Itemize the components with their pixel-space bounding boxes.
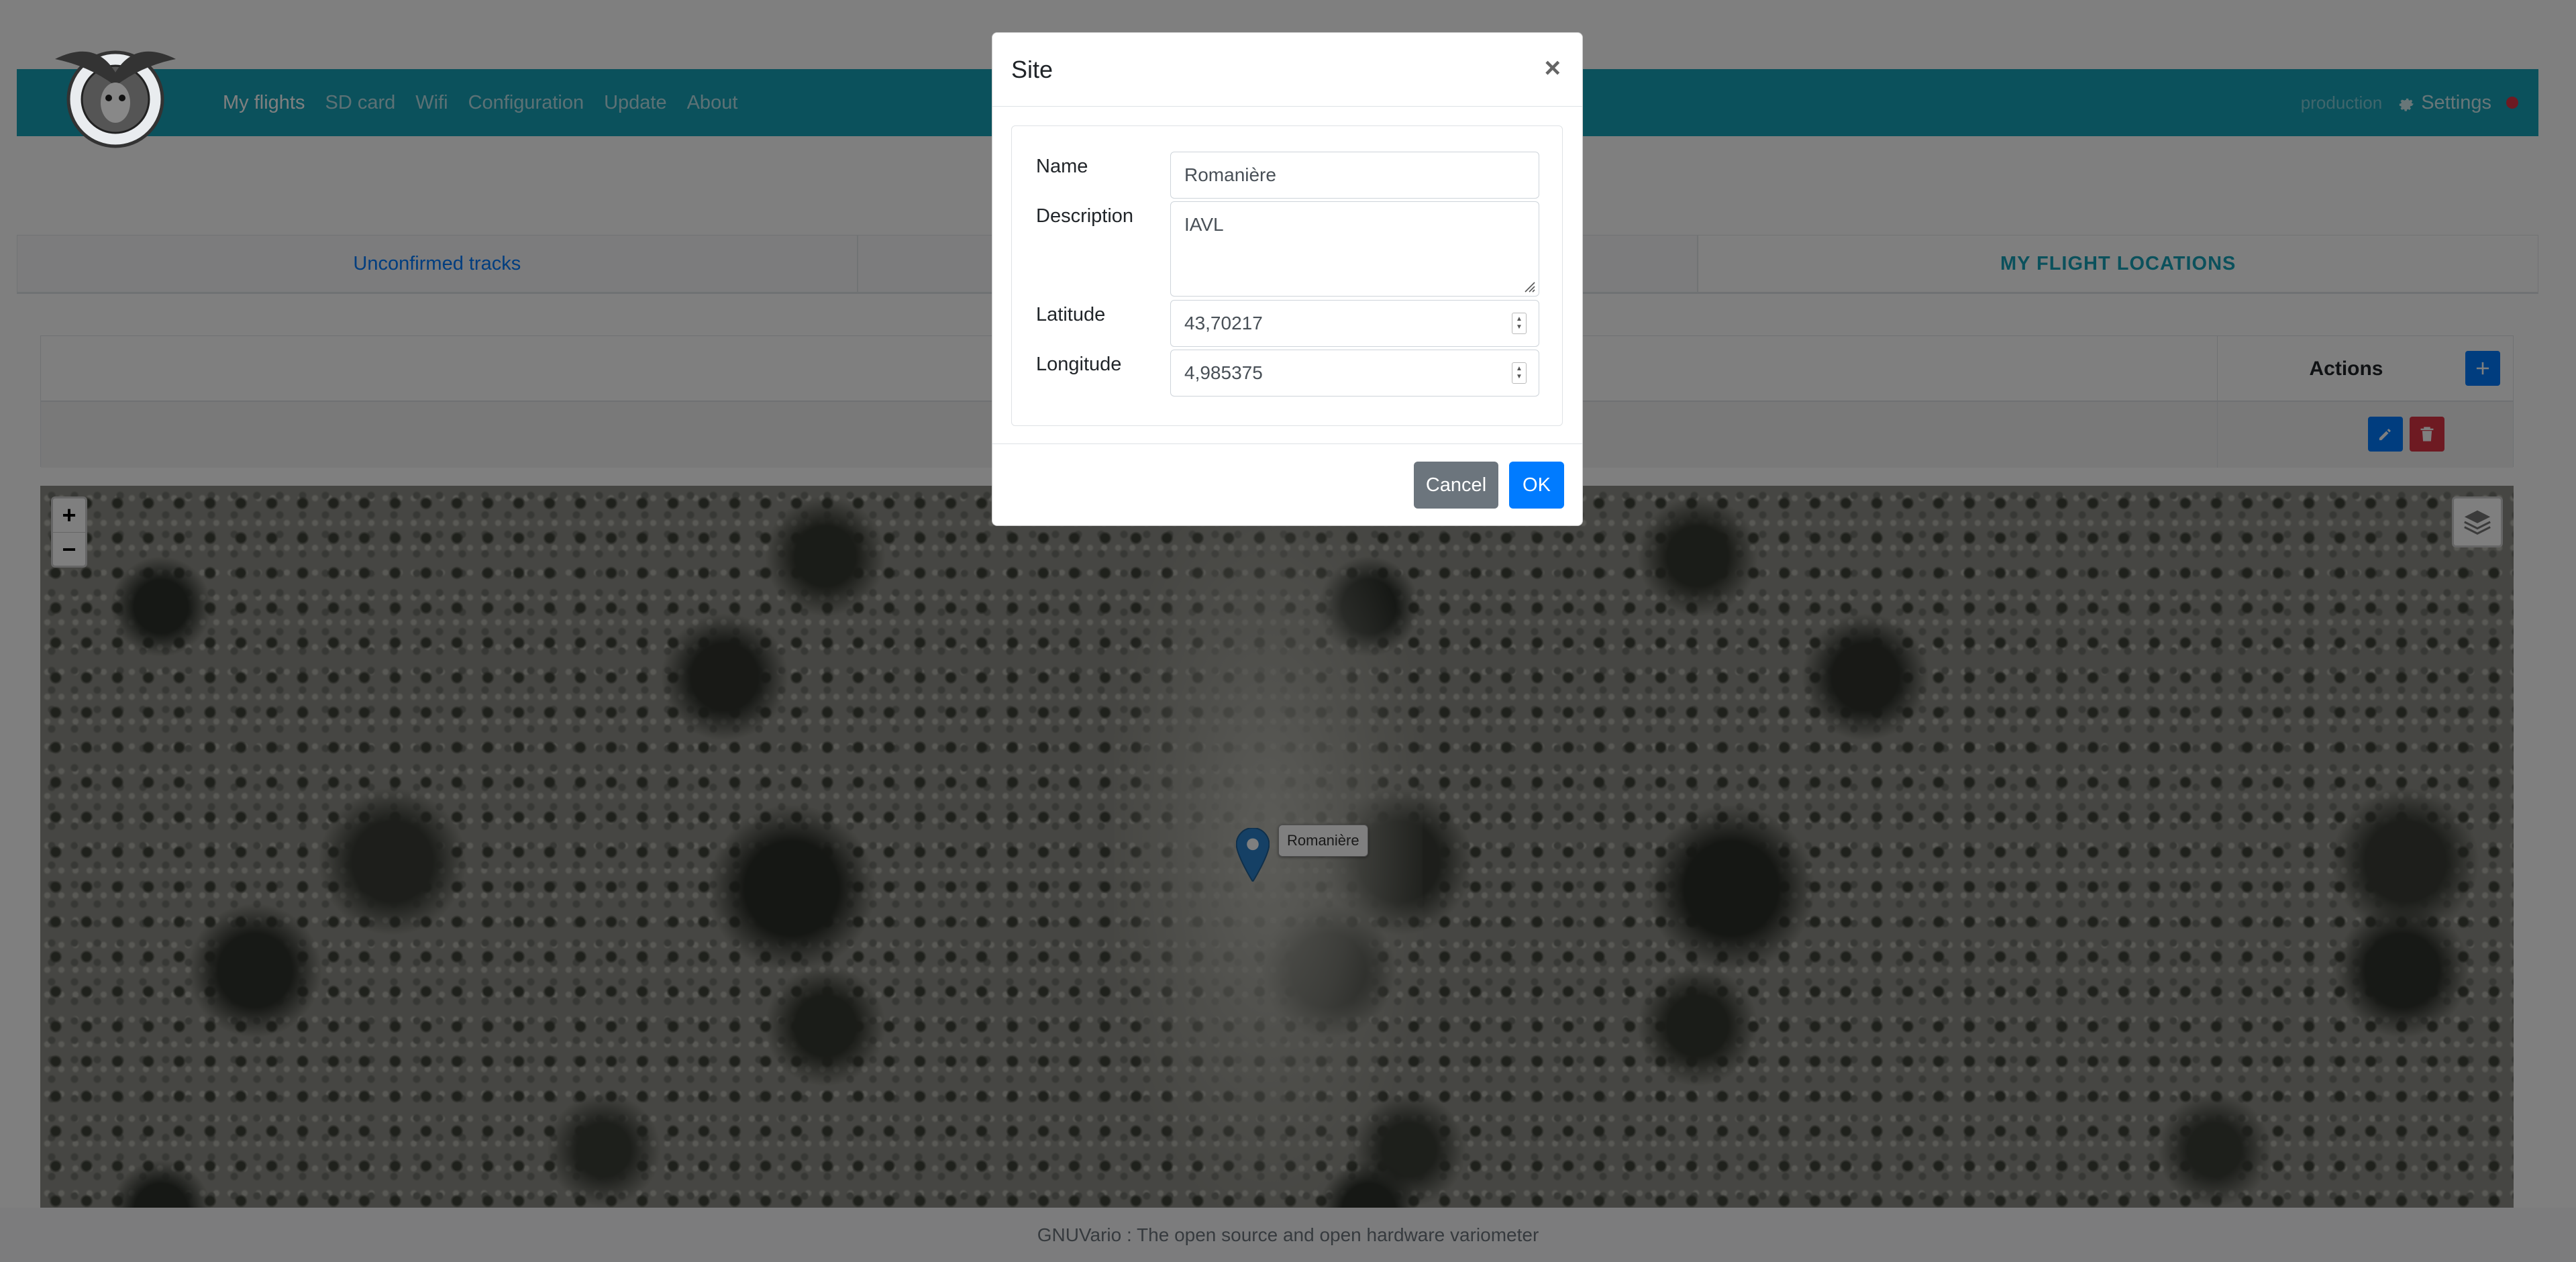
modal-title: Site bbox=[1011, 56, 1053, 83]
resize-grip-icon[interactable] bbox=[1521, 278, 1536, 293]
gnuvario-logo bbox=[55, 50, 176, 148]
latitude-value: 43,70217 bbox=[1184, 313, 1263, 333]
name-label: Name bbox=[1036, 156, 1088, 177]
longitude-value: 4,985375 bbox=[1184, 362, 1263, 383]
modal-header: Site × bbox=[992, 33, 1582, 107]
longitude-spinner[interactable]: ▲ ▼ bbox=[1512, 362, 1527, 384]
description-value: IAVL bbox=[1184, 214, 1224, 235]
longitude-field[interactable]: 4,985375 ▲ ▼ bbox=[1170, 350, 1539, 397]
modal-body: Name Romanière Description IAVL Latitude… bbox=[1011, 125, 1563, 426]
site-modal: Site × Name Romanière Description IAVL L… bbox=[992, 32, 1583, 526]
latitude-label: Latitude bbox=[1036, 304, 1106, 325]
latitude-spinner[interactable]: ▲ ▼ bbox=[1512, 313, 1527, 334]
longitude-label: Longitude bbox=[1036, 354, 1122, 375]
latitude-field[interactable]: 43,70217 ▲ ▼ bbox=[1170, 300, 1539, 347]
ok-button[interactable]: OK bbox=[1509, 462, 1564, 509]
description-label: Description bbox=[1036, 205, 1134, 227]
name-field[interactable]: Romanière bbox=[1170, 152, 1539, 199]
cancel-button[interactable]: Cancel bbox=[1414, 462, 1498, 509]
modal-footer: Cancel OK bbox=[992, 443, 1582, 525]
description-field[interactable]: IAVL bbox=[1170, 201, 1539, 297]
close-button[interactable]: × bbox=[1544, 52, 1561, 84]
